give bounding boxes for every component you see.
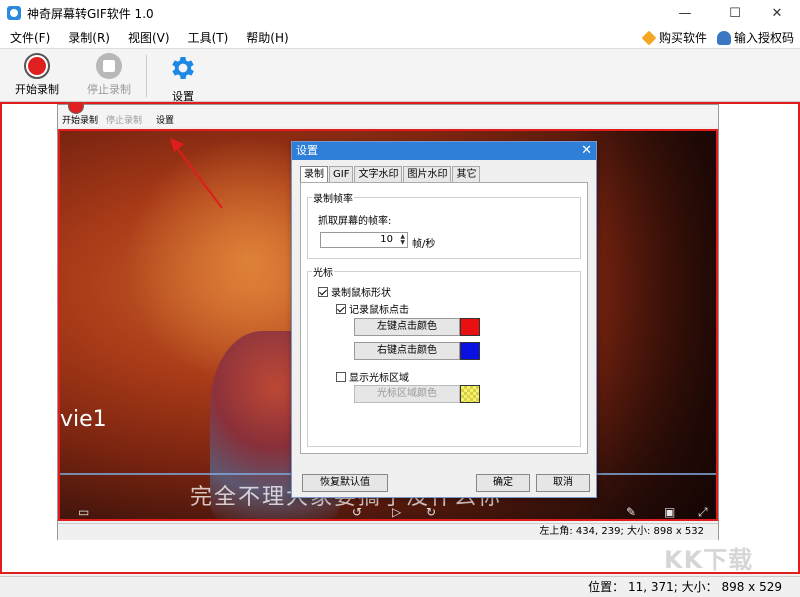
window-title: 神奇屏幕转GIF软件 1.0 [27,5,154,22]
pip-icon[interactable]: ▣ [664,505,675,519]
menu-bar: 文件(F) 录制(R) 视图(V) 工具(T) 帮助(H) 购买软件 输入授权码 [0,26,800,48]
caption-icon[interactable]: ▭ [78,505,89,519]
video-shadow [576,131,716,521]
menu-record[interactable]: 录制(R) [68,29,110,46]
checkbox-checked-icon [336,304,346,314]
right-click-color-swatch[interactable] [460,342,480,360]
left-click-color-swatch[interactable] [460,318,480,336]
show-cursor-area-checkbox[interactable]: 显示光标区域 [336,369,409,384]
captured-toolbar: 开始录制 停止录制 设置 [58,105,718,127]
captured-settings-label: 设置 [156,113,174,126]
frame-rate-legend: 录制帧率 [312,190,354,205]
right-click-color-button[interactable]: 右键点击颜色 [354,342,460,360]
reset-defaults-button[interactable]: 恢复默认值 [302,474,388,492]
dialog-tabs: 录制 GIF 文字水印 图片水印 其它 [300,166,481,183]
settings-button[interactable]: 设置 [152,53,214,104]
frame-rate-label: 抓取屏幕的帧率: [318,212,391,227]
left-click-color-button[interactable]: 左键点击颜色 [354,318,460,336]
ok-button[interactable]: 确定 [476,474,530,492]
captured-start-label: 开始录制 [62,113,98,126]
settings-dialog: 设置 ✕ 录制 GIF 文字水印 图片水印 其它 录制帧率 抓取屏幕的帧率: 1… [291,141,597,498]
title-bar: 神奇屏幕转GIF软件 1.0 — ☐ ✕ [0,0,800,26]
tab-image-watermark[interactable]: 图片水印 [403,166,451,182]
cursor-legend: 光标 [312,264,334,279]
start-record-button[interactable]: 开始录制 [6,53,68,97]
captured-stop-label: 停止录制 [106,113,142,126]
gear-icon [168,53,198,83]
stop-icon [96,53,122,79]
annotation-arrow-icon [160,132,230,212]
checkbox-checked-icon [318,287,328,297]
record-clicks-checkbox[interactable]: 记录鼠标点击 [336,301,409,316]
buy-software-link[interactable]: 购买软件 [642,29,707,46]
frame-rate-unit: 帧/秒 [412,235,435,250]
menu-tools[interactable]: 工具(T) [188,29,229,46]
record-cursor-checkbox[interactable]: 录制鼠标形状 [318,284,391,299]
minimize-button[interactable]: — [662,0,708,26]
record-icon [24,53,50,79]
tab-gif[interactable]: GIF [329,166,353,182]
cursor-group: 光标 录制鼠标形状 记录鼠标点击 左键点击颜色 右键点击颜色 显示光标区域 光标… [307,271,581,447]
enter-license-link[interactable]: 输入授权码 [717,29,794,46]
tab-record[interactable]: 录制 [300,166,328,183]
forward-icon[interactable]: ↻ [426,505,436,519]
app-icon [7,6,21,20]
rewind-icon[interactable]: ↺ [352,505,362,519]
video-title-fragment: vie1 [60,407,107,432]
cancel-button[interactable]: 取消 [536,474,590,492]
dialog-title-bar: 设置 ✕ [292,142,596,160]
cursor-area-color-swatch[interactable] [460,385,480,403]
menu-view[interactable]: 视图(V) [128,29,170,46]
play-icon[interactable]: ▷ [392,505,401,519]
maximize-button[interactable]: ☐ [712,0,758,26]
tab-other[interactable]: 其它 [452,166,480,182]
main-toolbar: 开始录制 停止录制 设置 [0,48,800,102]
menu-file[interactable]: 文件(F) [10,29,50,46]
checkbox-unchecked-icon [336,372,346,382]
captured-status: 左上角: 434, 239; 大小: 898 x 532 [58,523,718,540]
diamond-icon [642,31,657,46]
fullscreen-icon[interactable]: ⤢ [698,505,708,520]
close-button[interactable]: ✕ [754,0,800,26]
dialog-title: 设置 [296,144,318,157]
tab-text-watermark[interactable]: 文字水印 [354,166,402,182]
site-watermark: KK下载 [664,540,753,575]
stop-record-button[interactable]: 停止录制 [78,53,140,97]
toolbar-divider [146,55,147,97]
frame-rate-group: 录制帧率 抓取屏幕的帧率: 10 ▲▼ 帧/秒 [307,197,581,259]
dialog-close-icon[interactable]: ✕ [581,142,592,160]
frame-rate-value: 10 [380,234,393,245]
record-tab-panel: 录制帧率 抓取屏幕的帧率: 10 ▲▼ 帧/秒 光标 录制鼠标形状 记录鼠标点击… [300,182,588,454]
pen-icon[interactable]: ✎ [626,505,636,519]
status-bar: 位置： 11, 371; 大小： 898 x 529 [0,576,800,597]
user-icon [717,31,731,45]
stepper-arrows-icon[interactable]: ▲▼ [400,234,405,246]
menu-help[interactable]: 帮助(H) [246,29,288,46]
frame-rate-stepper[interactable]: 10 ▲▼ [320,232,408,248]
cursor-area-color-button[interactable]: 光标区域颜色 [354,385,460,403]
